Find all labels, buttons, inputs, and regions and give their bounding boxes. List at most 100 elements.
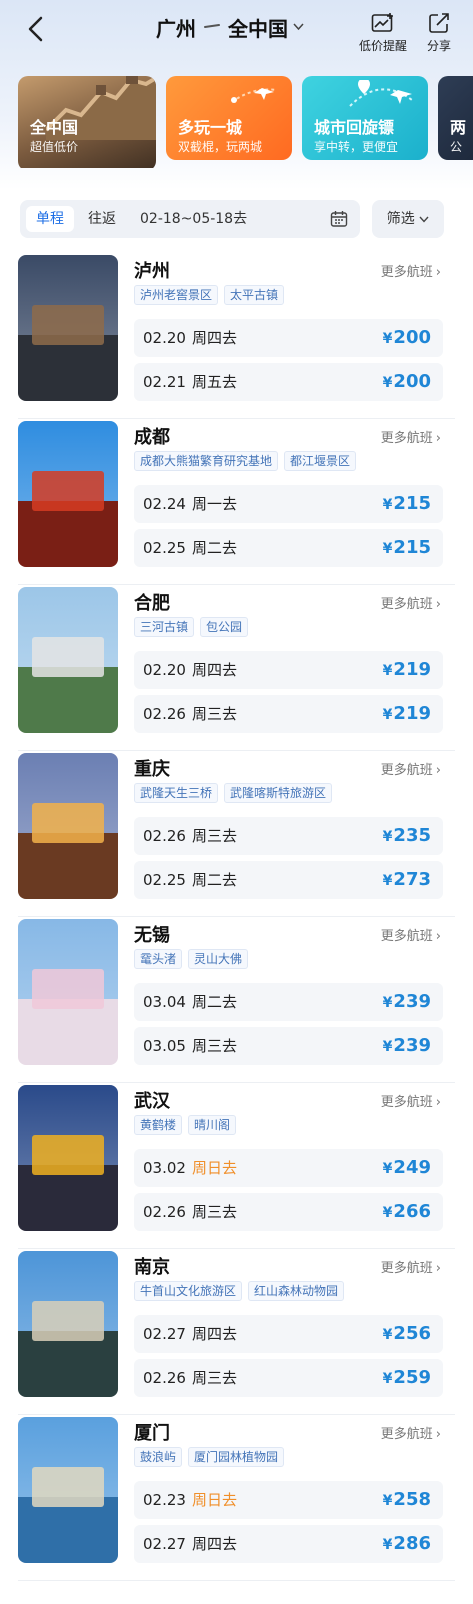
- attraction-tags: 鼋头渚 灵山大佛: [134, 949, 249, 969]
- location-route-icon: [349, 80, 413, 107]
- back-arrow-icon[interactable]: [22, 14, 52, 44]
- attraction-tag[interactable]: 成都大熊猫繁育研究基地: [134, 451, 279, 471]
- flight-option[interactable]: 02.27 周四去 ¥256: [134, 1315, 443, 1353]
- flight-option[interactable]: 02.21 周五去 ¥200: [134, 363, 443, 401]
- more-flights-link[interactable]: 更多航班 ›: [381, 759, 441, 778]
- flight-date: 02.24: [143, 495, 186, 513]
- more-flights-link[interactable]: 更多航班 ›: [381, 1257, 441, 1276]
- flight-option[interactable]: 02.26 周三去 ¥219: [134, 695, 443, 733]
- flight-price: ¥239: [383, 983, 431, 1022]
- price-value: 239: [393, 991, 431, 1012]
- flight-option[interactable]: 02.27 周四去 ¥286: [134, 1525, 443, 1563]
- destination-photo[interactable]: [18, 1251, 118, 1397]
- currency-symbol: ¥: [382, 663, 393, 679]
- more-flights-label: 更多航班: [380, 431, 433, 446]
- attraction-tag[interactable]: 武隆天生三桥: [134, 783, 219, 803]
- more-flights-link[interactable]: 更多航班 ›: [381, 1423, 441, 1442]
- destination-photo[interactable]: [18, 919, 118, 1065]
- promo-card-multi-city[interactable]: 多玩一城 双截棍，玩两城: [166, 76, 292, 160]
- chevron-down-icon: [293, 20, 304, 34]
- attraction-tag[interactable]: 三河古镇: [134, 617, 195, 637]
- flight-weekday: 周四去: [192, 329, 238, 347]
- attraction-tags: 泸州老窖景区 太平古镇: [134, 285, 285, 305]
- flight-option[interactable]: 02.25 周二去 ¥215: [134, 529, 443, 567]
- destination-item[interactable]: 南京 更多航班 › 牛首山文化旅游区 红山森林动物园 02.27 周四去 ¥256 …: [0, 1251, 473, 1417]
- destination-item[interactable]: 泸州 更多航班 › 泸州老窖景区 太平古镇 02.20 周四去 ¥200 02.21…: [0, 255, 473, 421]
- flight-option[interactable]: 03.05 周三去 ¥239: [134, 1027, 443, 1065]
- city-name: 重庆: [134, 759, 170, 780]
- attraction-tag[interactable]: 都江堰景区: [284, 451, 357, 471]
- attraction-tag[interactable]: 武隆喀斯特旅游区: [224, 783, 333, 803]
- destination-item[interactable]: 武汉 更多航班 › 黄鹤楼 晴川阁 03.02 周日去 ¥249 02.26 周三去…: [0, 1085, 473, 1251]
- destination-item[interactable]: 重庆 更多航班 › 武隆天生三桥 武隆喀斯特旅游区 02.26 周三去 ¥235 0…: [0, 753, 473, 919]
- price-value: 215: [393, 493, 431, 514]
- destination-item[interactable]: 厦门 更多航班 › 鼓浪屿 厦门园林植物园 02.23 周日去 ¥258 02.27…: [0, 1417, 473, 1583]
- more-flights-link[interactable]: 更多航班 ›: [381, 593, 441, 612]
- flight-option[interactable]: 02.20 周四去 ¥200: [134, 319, 443, 357]
- flight-option[interactable]: 02.26 周三去 ¥235: [134, 817, 443, 855]
- date-range-field[interactable]: 02-18~05-18去: [140, 206, 247, 232]
- flight-option[interactable]: 02.23 周日去 ¥258: [134, 1481, 443, 1519]
- destination-photo[interactable]: [18, 753, 118, 899]
- attraction-tag[interactable]: 黄鹤楼: [134, 1115, 183, 1135]
- flight-weekday: 周五去: [192, 373, 238, 391]
- promo-card-partial[interactable]: 两 公: [438, 76, 473, 160]
- flight-option[interactable]: 02.26 周三去 ¥266: [134, 1193, 443, 1231]
- attraction-tag[interactable]: 晴川阁: [188, 1115, 237, 1135]
- destination-item[interactable]: 无锡 更多航班 › 鼋头渚 灵山大佛 03.04 周二去 ¥239 03.05 周三…: [0, 919, 473, 1085]
- price-value: 215: [393, 537, 431, 558]
- destination-item[interactable]: 成都 更多航班 › 成都大熊猫繁育研究基地 都江堰景区 02.24 周一去 ¥215…: [0, 421, 473, 587]
- flight-option[interactable]: 02.24 周一去 ¥215: [134, 485, 443, 523]
- destination-list: 泸州 更多航班 › 泸州老窖景区 太平古镇 02.20 周四去 ¥200 02.21…: [0, 255, 473, 1583]
- attraction-tag[interactable]: 牛首山文化旅游区: [134, 1281, 243, 1301]
- photo-landmark: [32, 803, 104, 843]
- price-value: 258: [393, 1489, 431, 1510]
- price-value: 200: [393, 371, 431, 392]
- attraction-tag[interactable]: 灵山大佛: [188, 949, 249, 969]
- photo-ground: [18, 1497, 118, 1563]
- tab-round-trip[interactable]: 往返: [78, 206, 126, 232]
- flight-price: ¥259: [383, 1359, 431, 1398]
- top-nav-bar: 广州 全中国 低价提醒 分享: [0, 0, 473, 62]
- flight-option[interactable]: 03.02 周日去 ¥249: [134, 1149, 443, 1187]
- flight-option[interactable]: 02.26 周三去 ¥259: [134, 1359, 443, 1397]
- destination-photo[interactable]: [18, 1417, 118, 1563]
- promo-card-boomerang[interactable]: 城市回旋镖 享中转，更便宜: [302, 76, 428, 160]
- destination-photo[interactable]: [18, 255, 118, 401]
- more-flights-link[interactable]: 更多航班 ›: [381, 1091, 441, 1110]
- destination-photo[interactable]: [18, 587, 118, 733]
- more-flights-link[interactable]: 更多航班 ›: [381, 261, 441, 280]
- flight-weekday: 周一去: [192, 495, 238, 513]
- flight-weekday: 周四去: [192, 1535, 238, 1553]
- destination-photo[interactable]: [18, 1085, 118, 1231]
- route-selector[interactable]: 广州 全中国: [156, 12, 304, 42]
- attraction-tag[interactable]: 太平古镇: [224, 285, 285, 305]
- airplane-icon: [231, 88, 278, 103]
- attraction-tag[interactable]: 包公园: [200, 617, 249, 637]
- divider: [18, 584, 455, 585]
- flight-price: ¥273: [383, 861, 431, 900]
- share-button[interactable]: 分享: [412, 12, 466, 54]
- attraction-tag[interactable]: 鼓浪屿: [134, 1447, 183, 1467]
- flight-option[interactable]: 03.04 周二去 ¥239: [134, 983, 443, 1021]
- low-price-alert-button[interactable]: 低价提醒: [356, 12, 410, 54]
- more-flights-link[interactable]: 更多航班 ›: [381, 427, 441, 446]
- calendar-icon[interactable]: [330, 210, 348, 232]
- flight-option[interactable]: 02.25 周二去 ¥273: [134, 861, 443, 899]
- chevron-right-icon: ›: [435, 431, 441, 446]
- flight-date: 02.25: [143, 871, 186, 889]
- tab-one-way[interactable]: 单程: [26, 206, 74, 232]
- destination-item[interactable]: 合肥 更多航班 › 三河古镇 包公园 02.20 周四去 ¥219 02.26 周三…: [0, 587, 473, 753]
- attraction-tag[interactable]: 厦门园林植物园: [188, 1447, 285, 1467]
- flight-option[interactable]: 02.20 周四去 ¥219: [134, 651, 443, 689]
- attraction-tag[interactable]: 泸州老窖景区: [134, 285, 219, 305]
- more-flights-link[interactable]: 更多航班 ›: [381, 925, 441, 944]
- flight-price: ¥256: [383, 1315, 431, 1354]
- destination-photo[interactable]: [18, 421, 118, 567]
- attraction-tag[interactable]: 鼋头渚: [134, 949, 183, 969]
- promo-card-all-china[interactable]: 全中国 超值低价: [18, 76, 156, 168]
- chevron-right-icon: ›: [435, 1261, 441, 1276]
- flight-date: 02.26: [143, 827, 186, 845]
- filter-button[interactable]: 筛选: [372, 200, 444, 238]
- attraction-tag[interactable]: 红山森林动物园: [248, 1281, 345, 1301]
